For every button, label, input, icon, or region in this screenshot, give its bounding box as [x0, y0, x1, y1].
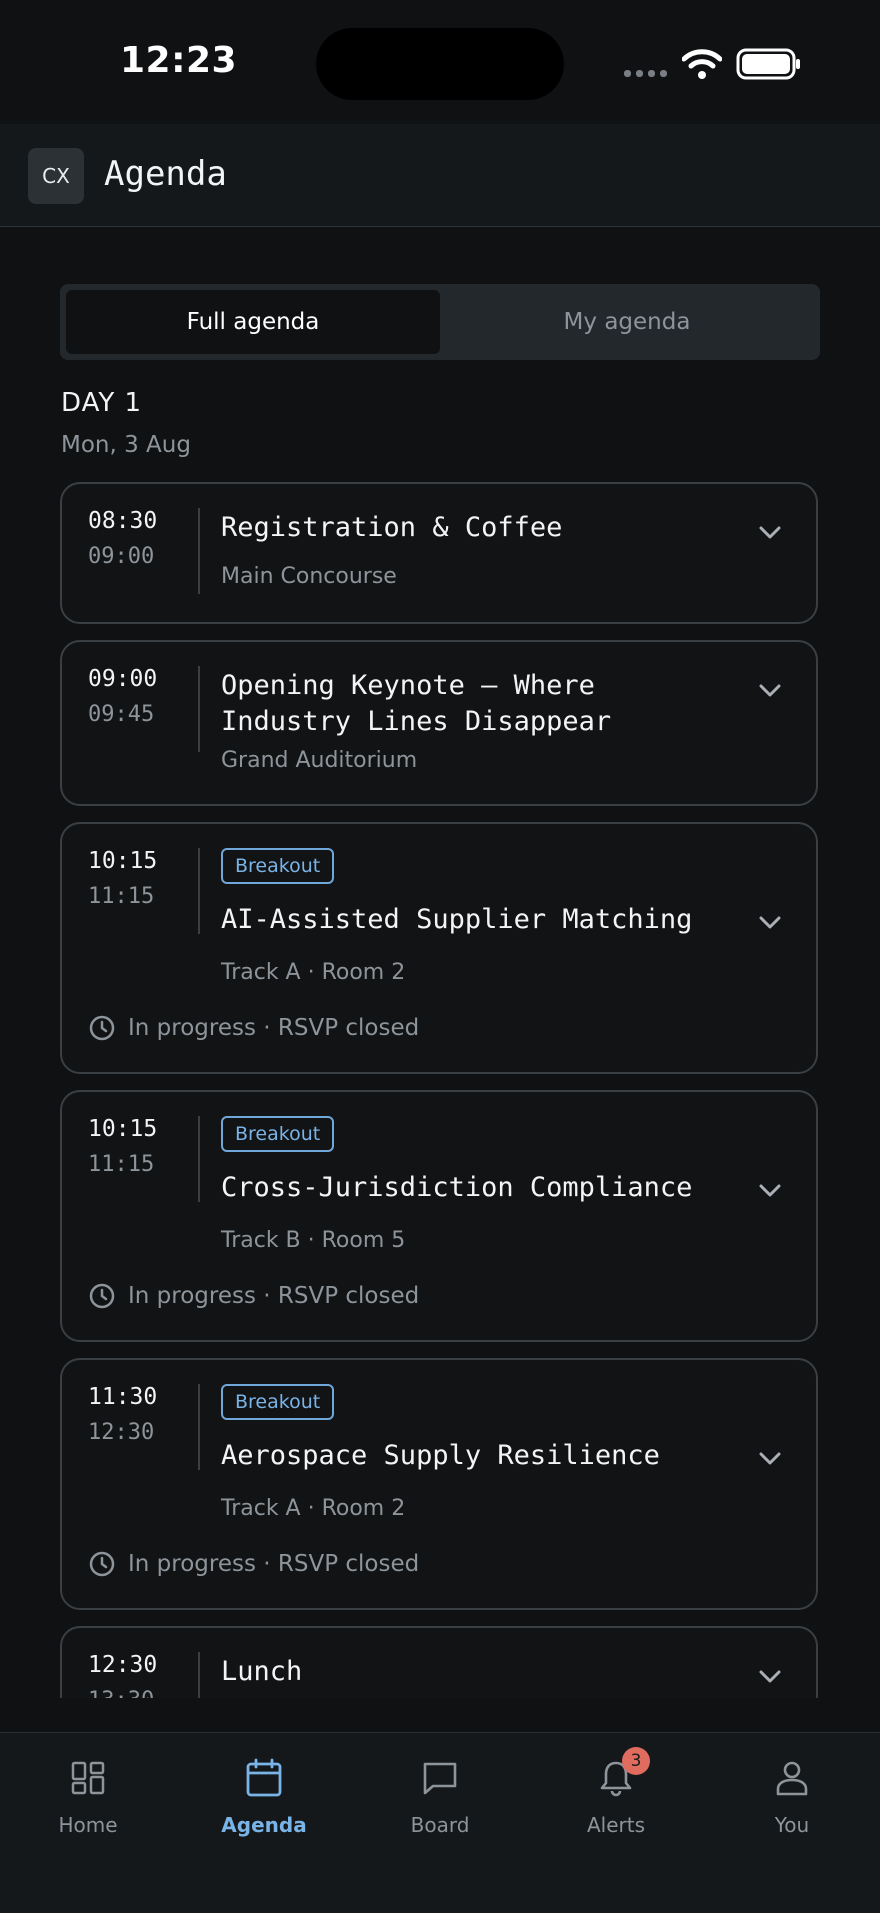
cellular-signal-icon: [624, 70, 667, 77]
session-title: Aerospace Supply Resilience: [221, 1440, 660, 1471]
clock-icon: [89, 1551, 115, 1577]
session-card[interactable]: 08:30 09:00 Registration & Coffee Main C…: [60, 482, 818, 624]
bottom-nav: Home Agenda Board 3 Alerts You: [0, 1732, 880, 1913]
session-card[interactable]: 09:00 09:45 Opening Keynote — Where Indu…: [60, 640, 818, 806]
nav-you-label: You: [774, 1813, 810, 1837]
time-divider: [198, 1652, 200, 1698]
session-card[interactable]: 11:30 12:30 Breakout Aerospace Supply Re…: [60, 1358, 818, 1610]
session-status-text: In progress · RSVP closed: [128, 1551, 420, 1577]
session-status: In progress · RSVP closed: [88, 1014, 419, 1042]
chevron-down-icon[interactable]: [756, 676, 784, 704]
nav-alerts[interactable]: 3 Alerts: [546, 1747, 686, 1837]
session-card[interactable]: 10:15 11:15 Breakout Cross-Jurisdiction …: [60, 1090, 818, 1342]
home-grid-icon: [71, 1761, 105, 1795]
day-label: DAY 1: [61, 388, 143, 418]
session-start-time: 12:30: [88, 1652, 158, 1678]
app-header: CX Agenda: [0, 124, 880, 227]
nav-you[interactable]: You: [722, 1753, 862, 1837]
dynamic-island: [316, 28, 564, 100]
session-location: Track A · Room 2: [221, 960, 406, 985]
nav-agenda[interactable]: Agenda: [194, 1753, 334, 1837]
session-start-time: 10:15: [88, 848, 158, 874]
time-divider: [198, 666, 200, 752]
nav-board-label: Board: [410, 1813, 470, 1837]
clock-icon: [89, 1015, 115, 1041]
session-end-time: 11:15: [88, 1152, 155, 1177]
nav-board[interactable]: Board: [370, 1753, 510, 1837]
time-divider: [198, 848, 200, 934]
nav-home-label: Home: [58, 1813, 118, 1837]
session-type-badge: Breakout: [221, 848, 335, 884]
session-start-time: 11:30: [88, 1384, 158, 1410]
session-status-text: In progress · RSVP closed: [128, 1283, 420, 1309]
session-type-badge: Breakout: [221, 1116, 335, 1152]
nav-alerts-label: Alerts: [586, 1813, 646, 1837]
app-logo[interactable]: CX: [28, 148, 84, 204]
calendar-icon: [246, 1758, 282, 1797]
session-title: Lunch: [221, 1656, 303, 1687]
session-title: Opening Keynote — Where Industry Lines D…: [221, 670, 612, 737]
session-status-text: In progress · RSVP closed: [128, 1015, 420, 1041]
session-location: Track B · Room 5: [221, 1228, 406, 1253]
session-card[interactable]: 10:15 11:15 Breakout AI-Assisted Supplie…: [60, 822, 818, 1074]
status-time: 12:23: [120, 40, 238, 81]
session-start-time: 09:00: [88, 666, 158, 692]
chevron-down-icon[interactable]: [756, 908, 784, 936]
session-status: In progress · RSVP closed: [88, 1282, 419, 1310]
session-type-badge: Breakout: [221, 1384, 335, 1420]
session-end-time: 11:15: [88, 884, 155, 909]
session-end-time: 09:45: [88, 702, 155, 727]
page-title: Agenda: [104, 154, 227, 194]
time-divider: [198, 508, 200, 594]
nav-agenda-label: Agenda: [221, 1813, 307, 1837]
tab-full-agenda[interactable]: Full agenda: [66, 290, 440, 354]
day-date: Mon, 3 Aug: [61, 432, 191, 458]
person-icon: [776, 1761, 808, 1796]
agenda-segmented-control: Full agenda My agenda: [60, 284, 820, 360]
session-location: Track A · Room 2: [221, 1496, 406, 1521]
nav-home[interactable]: Home: [18, 1753, 158, 1837]
wifi-icon: [682, 49, 722, 79]
clock-icon: [89, 1283, 115, 1309]
session-end-time: 13:30: [88, 1688, 154, 1698]
session-start-time: 08:30: [88, 508, 158, 534]
session-end-time: 12:30: [88, 1420, 155, 1445]
session-title: Cross-Jurisdiction Compliance: [221, 1172, 693, 1203]
session-list[interactable]: 08:30 09:00 Registration & Coffee Main C…: [0, 470, 880, 1698]
chevron-down-icon[interactable]: [756, 518, 784, 546]
session-title: AI-Assisted Supplier Matching: [221, 904, 693, 935]
session-status: In progress · RSVP closed: [88, 1550, 419, 1578]
session-location: Main Concourse: [221, 564, 397, 589]
session-title: Registration & Coffee: [221, 512, 563, 543]
status-bar: 12:23: [0, 0, 880, 124]
time-divider: [198, 1116, 200, 1202]
alerts-count-badge: 3: [622, 1747, 650, 1775]
session-card[interactable]: 12:30 13:30 Lunch: [60, 1626, 818, 1698]
chevron-down-icon[interactable]: [756, 1444, 784, 1472]
chat-bubble-icon: [423, 1762, 457, 1795]
chevron-down-icon[interactable]: [756, 1662, 784, 1690]
session-location: Grand Auditorium: [221, 748, 418, 773]
session-end-time: 09:00: [88, 544, 155, 569]
tab-my-agenda[interactable]: My agenda: [440, 290, 814, 354]
time-divider: [198, 1384, 200, 1470]
chevron-down-icon[interactable]: [756, 1176, 784, 1204]
session-start-time: 10:15: [88, 1116, 158, 1142]
battery-icon: [736, 48, 800, 80]
